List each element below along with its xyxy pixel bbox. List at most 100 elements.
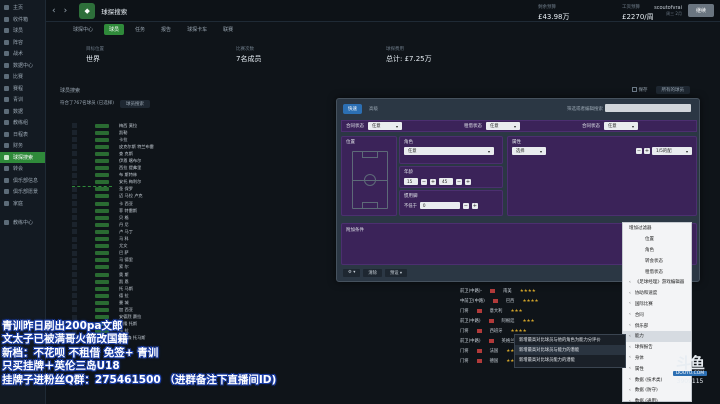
table-row[interactable]: 加 西亚 (72, 306, 342, 313)
table-row[interactable]: 中前卫(中路) 巴西 ★★★★ (460, 296, 620, 306)
table-row[interactable]: 托 马斯 (72, 285, 342, 292)
table-row[interactable]: 索 尔 (72, 264, 342, 271)
submenu-item[interactable]: 新增最高对比球员与能力的潜能 (515, 345, 625, 355)
row-select-box[interactable] (72, 222, 77, 228)
row-select-box[interactable] (72, 257, 77, 263)
table-row[interactable]: 德 拉 (72, 292, 342, 299)
table-row[interactable]: 卡拉 (72, 136, 342, 143)
table-row[interactable]: 菲 特雷斯 (72, 207, 342, 214)
table-row[interactable]: 梅西 莫拉 (72, 122, 342, 129)
sidebar-item[interactable]: 比赛 (0, 71, 45, 83)
attribute-level-select[interactable]: 1/5的配 ▾ (652, 147, 692, 155)
modal-footer-button[interactable]: ⚙ ▾ (343, 269, 361, 277)
row-select-box[interactable] (72, 286, 77, 292)
search-filter-dropdown[interactable]: 球员搜索 (120, 100, 151, 108)
row-select-box[interactable] (72, 130, 77, 136)
row-select-box[interactable] (72, 307, 77, 313)
table-row[interactable]: 马 德里 (72, 257, 342, 264)
row-select-box[interactable] (72, 179, 77, 185)
tab-item[interactable]: 球员 (104, 23, 125, 35)
sidebar-item[interactable]: 球探搜索 (0, 151, 45, 163)
sidebar-item[interactable]: 赛程 (0, 83, 45, 95)
table-row[interactable]: 皮克尔斯 特兰布雷 (72, 143, 342, 150)
dropdown-item[interactable]: 位置 (623, 234, 691, 245)
dropdown-item[interactable]: 角色 (623, 245, 691, 256)
save-toggle[interactable]: 保存 (631, 87, 648, 93)
table-row[interactable]: 查 克斯 (72, 150, 342, 157)
plus-icon[interactable]: + (465, 178, 471, 185)
table-row[interactable]: 奥 斯 (72, 271, 342, 278)
row-select-box[interactable] (72, 293, 77, 299)
continue-button[interactable]: 继续 (687, 4, 714, 17)
table-row[interactable]: 卡 西亚 (72, 200, 342, 207)
pitch-selector[interactable] (352, 151, 388, 209)
dropdown-item[interactable]: 租借状态 (623, 266, 691, 277)
table-row[interactable]: 巴 萨 (72, 250, 342, 257)
back-arrow-icon[interactable]: ‹ (52, 6, 56, 16)
modal-footer-button[interactable]: 预设 ▾ (384, 269, 408, 277)
age-min-field[interactable]: 15 (404, 178, 418, 185)
table-row[interactable]: 伊恩 喀布尔 (72, 157, 342, 164)
table-row[interactable]: 贝 格 (72, 214, 342, 221)
row-select-box[interactable] (72, 151, 77, 157)
dropdown-item[interactable]: ‹ 协助和速度 (623, 288, 691, 299)
sidebar-item[interactable]: 战术 (0, 48, 45, 60)
row-select-box[interactable] (72, 172, 77, 178)
table-row[interactable]: 丹 尼 (72, 221, 342, 228)
plus-icon[interactable]: + (644, 148, 650, 154)
sidebar-item[interactable]: 家庭 (0, 198, 45, 210)
sidebar-item[interactable]: 球员 (0, 25, 45, 37)
attribute-select[interactable]: 选择 ▾ (512, 147, 546, 155)
table-row[interactable]: 安托 梅利尔 (72, 179, 342, 186)
status-filter-select[interactable]: 任意 ▾ (486, 122, 520, 130)
dropdown-item[interactable]: ‹ 国际比赛 (623, 299, 691, 310)
row-select-box[interactable] (72, 236, 77, 242)
row-select-box[interactable] (72, 201, 77, 207)
dropdown-item[interactable]: ‹ 数据 (通用) (623, 396, 691, 404)
role-select[interactable]: 任意 ▾ (404, 147, 494, 155)
table-row[interactable]: 尤文 (72, 243, 342, 250)
foot-value-field[interactable]: 0 (419, 202, 460, 209)
table-row[interactable]: 前卫(中路) 阿根廷 ★★★ (460, 316, 620, 326)
table-row[interactable]: 布 斯特林 (72, 172, 342, 179)
dropdown-item[interactable]: ‹ 能力 (623, 330, 691, 342)
table-row[interactable]: 卢 马丁 (72, 228, 342, 235)
forward-arrow-icon[interactable]: › (64, 6, 68, 16)
age-max-field[interactable]: 45 (439, 178, 453, 185)
sidebar-item[interactable]: 数据 (0, 106, 45, 118)
sidebar-item[interactable]: 青训 (0, 94, 45, 106)
table-row[interactable]: 凯勒 (72, 129, 342, 136)
sidebar-item[interactable]: 俱乐部信息 (0, 175, 45, 187)
table-row[interactable]: 迈 马拉 卢克 (72, 193, 342, 200)
row-select-box[interactable] (72, 193, 77, 199)
sidebar-item[interactable]: 阵容 (0, 37, 45, 49)
row-select-box[interactable] (72, 264, 77, 270)
submenu-item[interactable]: 新增最高对比球员能力的潜能 (515, 355, 625, 365)
table-row[interactable]: 圣 保罗 (72, 186, 342, 193)
tab-item[interactable]: 联赛 (218, 24, 238, 35)
sidebar-item[interactable]: 收件箱 (0, 14, 45, 26)
sidebar-item[interactable]: 主页 (0, 2, 45, 14)
row-select-box[interactable] (72, 272, 77, 278)
row-select-box[interactable] (72, 158, 77, 164)
dropdown-item[interactable]: ‹ 球探报告 (623, 342, 691, 353)
tab-item[interactable]: 报告 (156, 24, 176, 35)
row-select-box[interactable] (72, 300, 77, 306)
dropdown-item[interactable]: ‹ 俱乐部 (623, 320, 691, 331)
table-row[interactable]: 西拉 提弗里 (72, 165, 342, 172)
row-select-box[interactable] (72, 250, 77, 256)
table-row[interactable]: 马 科 (72, 236, 342, 243)
sidebar-item[interactable]: 教练组 (0, 117, 45, 129)
row-select-box[interactable] (72, 186, 77, 192)
dropdown-item[interactable]: 增加过滤器 (623, 223, 691, 234)
row-select-box[interactable] (72, 208, 77, 214)
status-filter-select[interactable]: 任意 ▾ (368, 122, 402, 130)
row-select-box[interactable] (72, 314, 77, 320)
table-row[interactable]: 门将 意大利 ★★★ (460, 306, 620, 316)
sidebar-item[interactable]: 俱乐部愿景 (0, 186, 45, 198)
row-select-box[interactable] (72, 137, 77, 143)
modal-footer-button[interactable]: 清除 (363, 269, 382, 277)
sidebar-item[interactable]: 转会 (0, 163, 45, 175)
modal-search-input[interactable] (605, 104, 691, 112)
sidebar-item[interactable]: 财务 (0, 140, 45, 152)
